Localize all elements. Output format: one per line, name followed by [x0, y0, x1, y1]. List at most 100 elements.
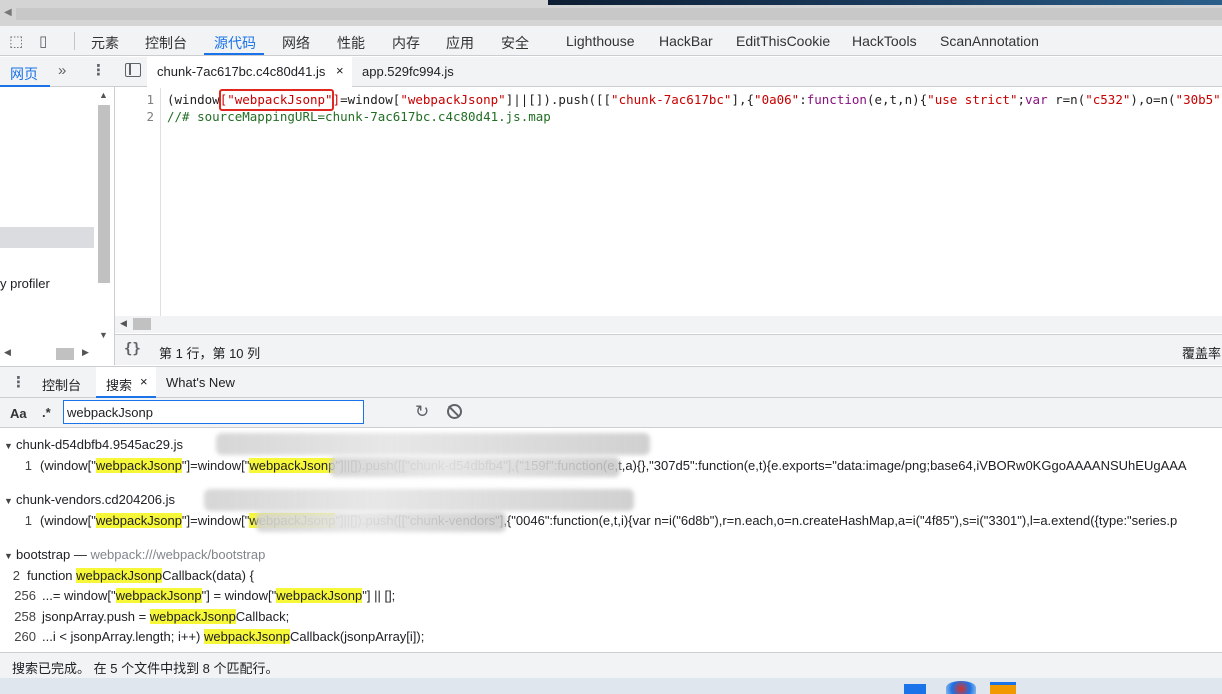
tab-sources[interactable]: 源代码 [214, 33, 256, 53]
scroll-left-arrow-icon[interactable]: ◀ [4, 347, 11, 358]
tab-network[interactable]: 网络 [282, 33, 310, 53]
code-token: ]||[]).push([[ [505, 92, 612, 107]
code-token: ),o=n( [1130, 92, 1176, 107]
match-highlight: webpackJsonp [115, 588, 202, 603]
expand-triangle-icon[interactable]: ▼ [4, 496, 16, 506]
code-token: "use strict" [927, 92, 1018, 107]
scroll-up-arrow-icon[interactable]: ▲ [99, 90, 108, 100]
result-text: Callback(data) { [162, 568, 254, 583]
top-scroll-track[interactable] [16, 8, 1222, 20]
result-line-number: 256 [14, 588, 36, 603]
drawer-tab-console[interactable]: 控制台 [42, 375, 81, 394]
scroll-right-arrow-icon[interactable]: ▶ [82, 347, 89, 358]
result-line[interactable]: 256 ...= window["webpackJsonp"] = window[… [0, 588, 395, 603]
file-tab-chunk[interactable]: chunk-7ac617bc.c4c80d41.js [157, 64, 325, 79]
file-tab-app[interactable]: app.529fc994.js [362, 64, 454, 79]
redacted-region [330, 457, 620, 477]
result-file-title[interactable]: ▼ chunk-vendors.cd204206.js [4, 492, 175, 507]
code-token: "webpackJsonp" [400, 92, 506, 107]
device-toolbar-icon[interactable]: ▯ [39, 32, 47, 50]
inspect-element-icon[interactable]: ⬚ [9, 32, 23, 50]
navigator-tab-page[interactable]: 网页 [10, 64, 38, 84]
navigator-menu-icon[interactable]: ⋮ [91, 61, 106, 79]
devtools-main-tabbar: ⬚ ▯ 元素 控制台 源代码 网络 性能 内存 应用 安全 Lighthouse… [0, 26, 1222, 56]
coverage-label[interactable]: 覆盖率 [1182, 343, 1221, 362]
code-token: function [806, 92, 867, 107]
scroll-left-arrow-icon[interactable]: ◀ [120, 318, 127, 329]
windows-start-icon[interactable] [904, 684, 926, 694]
tab-performance[interactable]: 性能 [337, 33, 365, 53]
navigator-item[interactable]: y profiler [0, 276, 50, 291]
code-token: (e,t,n){ [866, 92, 928, 107]
search-results: ▼ chunk-d54dbfb4.9545ac29.js 1 (window[" we… [0, 429, 1222, 652]
tab-lighthouse[interactable]: Lighthouse [566, 33, 635, 49]
scroll-down-arrow-icon[interactable]: ▼ [99, 330, 108, 340]
tab-security[interactable]: 安全 [501, 33, 529, 53]
tab-application[interactable]: 应用 [446, 33, 474, 53]
result-text: ...= window[" [42, 588, 116, 603]
result-line[interactable]: 258 jsonpArray.push = webpackJsonpCallbac… [0, 609, 289, 624]
drawer-menu-icon[interactable]: ⋮ [11, 373, 26, 391]
expand-triangle-icon[interactable]: ▼ [4, 551, 16, 561]
result-line[interactable]: 2 function webpackJsonpCallback(data) { [0, 568, 254, 583]
result-text: Callback; [235, 609, 290, 624]
result-line-number: 260 [14, 629, 36, 644]
line-number[interactable]: 1 [146, 92, 154, 107]
match-case-toggle[interactable]: Aa [10, 406, 27, 421]
search-input[interactable]: webpackJsonp [63, 400, 364, 424]
code-token: ],{ [731, 92, 755, 107]
result-line[interactable]: 260 ...i < jsonpArray.length; i++) webpac… [0, 629, 424, 644]
active-tab-indicator [204, 53, 264, 55]
pretty-print-icon[interactable]: {} [124, 341, 141, 357]
navigator-selected-row[interactable] [0, 227, 94, 248]
tab-scanannotation[interactable]: ScanAnnotation [940, 33, 1039, 49]
file-explorer-icon[interactable] [990, 682, 1016, 694]
annotation-highlight-box [219, 89, 334, 111]
match-highlight: webpackJsonp [95, 458, 182, 473]
scrollbar-thumb[interactable] [133, 318, 151, 330]
toggle-navigator-icon[interactable] [125, 63, 141, 77]
scrollbar-thumb[interactable] [56, 348, 74, 360]
result-text: (window[" [40, 513, 96, 528]
result-line[interactable]: 1(window["webpackJsonp"]=window["webpack… [0, 513, 1177, 528]
browser-app-icon[interactable] [946, 681, 976, 694]
result-text: "] || []; [362, 588, 396, 603]
scroll-left-arrow-icon[interactable]: ◀ [4, 7, 12, 18]
close-tab-icon[interactable]: × [336, 63, 344, 78]
clear-icon[interactable] [447, 404, 462, 419]
search-summary: 搜索已完成。 在 5 个文件中找到 8 个匹配行。 [12, 661, 279, 676]
tab-elements[interactable]: 元素 [91, 33, 119, 53]
result-text: ...i < jsonpArray.length; i++) [42, 629, 204, 644]
code-token: (window [167, 92, 220, 107]
tab-memory[interactable]: 内存 [392, 33, 420, 53]
match-highlight: webpackJsonp [203, 629, 290, 644]
refresh-icon[interactable]: ↻ [415, 402, 429, 422]
editor-horizontal-scrollbar[interactable]: ◀ [115, 316, 1222, 333]
match-highlight: webpackJsonp [76, 568, 163, 583]
navigator-vertical-scrollbar[interactable]: ▲ ▼ [96, 90, 112, 342]
code-line-2[interactable]: //# sourceMappingURL=chunk-7ac617bc.c4c8… [167, 109, 551, 124]
drawer-tab-whats-new[interactable]: What's New [166, 375, 235, 390]
tab-hackbar[interactable]: HackBar [659, 33, 713, 49]
result-file-title[interactable]: ▼ chunk-d54dbfb4.9545ac29.js [4, 437, 183, 452]
result-text: function [27, 568, 77, 583]
more-tabs-chevron-icon[interactable]: » [58, 62, 66, 79]
navigator-horizontal-scrollbar[interactable]: ◀ ▶ [0, 347, 96, 361]
code-editor[interactable]: 1 2 (window["webpackJsonp"]=window["webp… [115, 88, 1222, 333]
regex-toggle[interactable]: .* [42, 405, 51, 420]
toolbar-divider [74, 32, 75, 50]
close-search-tab-icon[interactable]: × [140, 374, 148, 389]
code-token: : [799, 92, 807, 107]
code-token: "chunk-7ac617bc" [611, 92, 732, 107]
drawer-tab-search[interactable]: 搜索 [106, 375, 132, 394]
os-taskbar [0, 678, 1222, 694]
tab-hacktools[interactable]: HackTools [852, 33, 917, 49]
line-number[interactable]: 2 [146, 109, 154, 124]
expand-triangle-icon[interactable]: ▼ [4, 441, 16, 451]
result-file-title[interactable]: ▼ bootstrap — webpack:///webpack/bootstra… [4, 547, 265, 562]
match-highlight: webpackJsonp [276, 588, 363, 603]
tab-editthiscookie[interactable]: EditThisCookie [736, 33, 830, 49]
result-line-number: 1 [24, 513, 32, 528]
tab-console[interactable]: 控制台 [145, 33, 187, 53]
scrollbar-thumb[interactable] [98, 105, 110, 283]
